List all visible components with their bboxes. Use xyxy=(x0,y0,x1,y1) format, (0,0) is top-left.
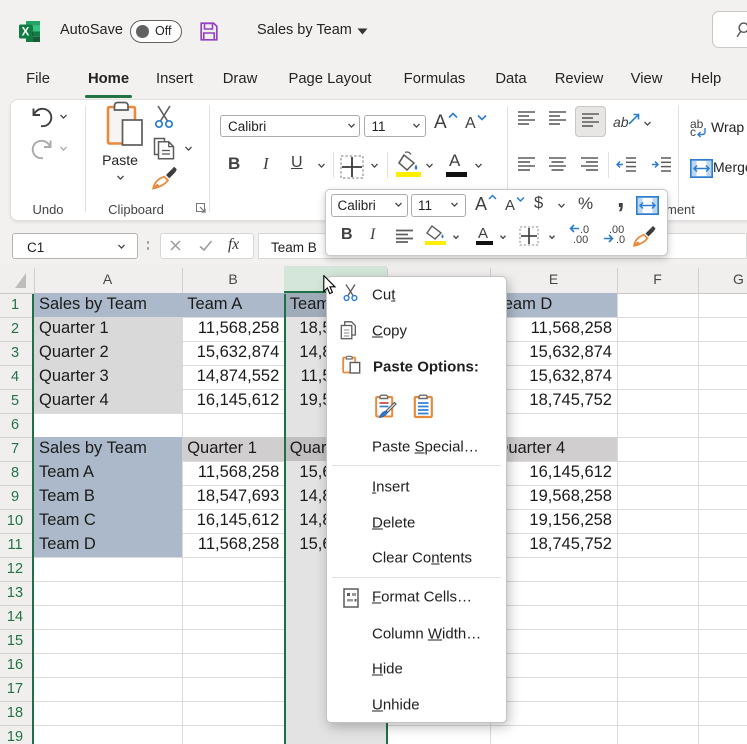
svg-text:X: X xyxy=(22,27,30,39)
svg-text:.00: .00 xyxy=(573,234,588,244)
svg-text:c: c xyxy=(690,127,696,138)
svg-text:.0: .0 xyxy=(616,234,625,244)
